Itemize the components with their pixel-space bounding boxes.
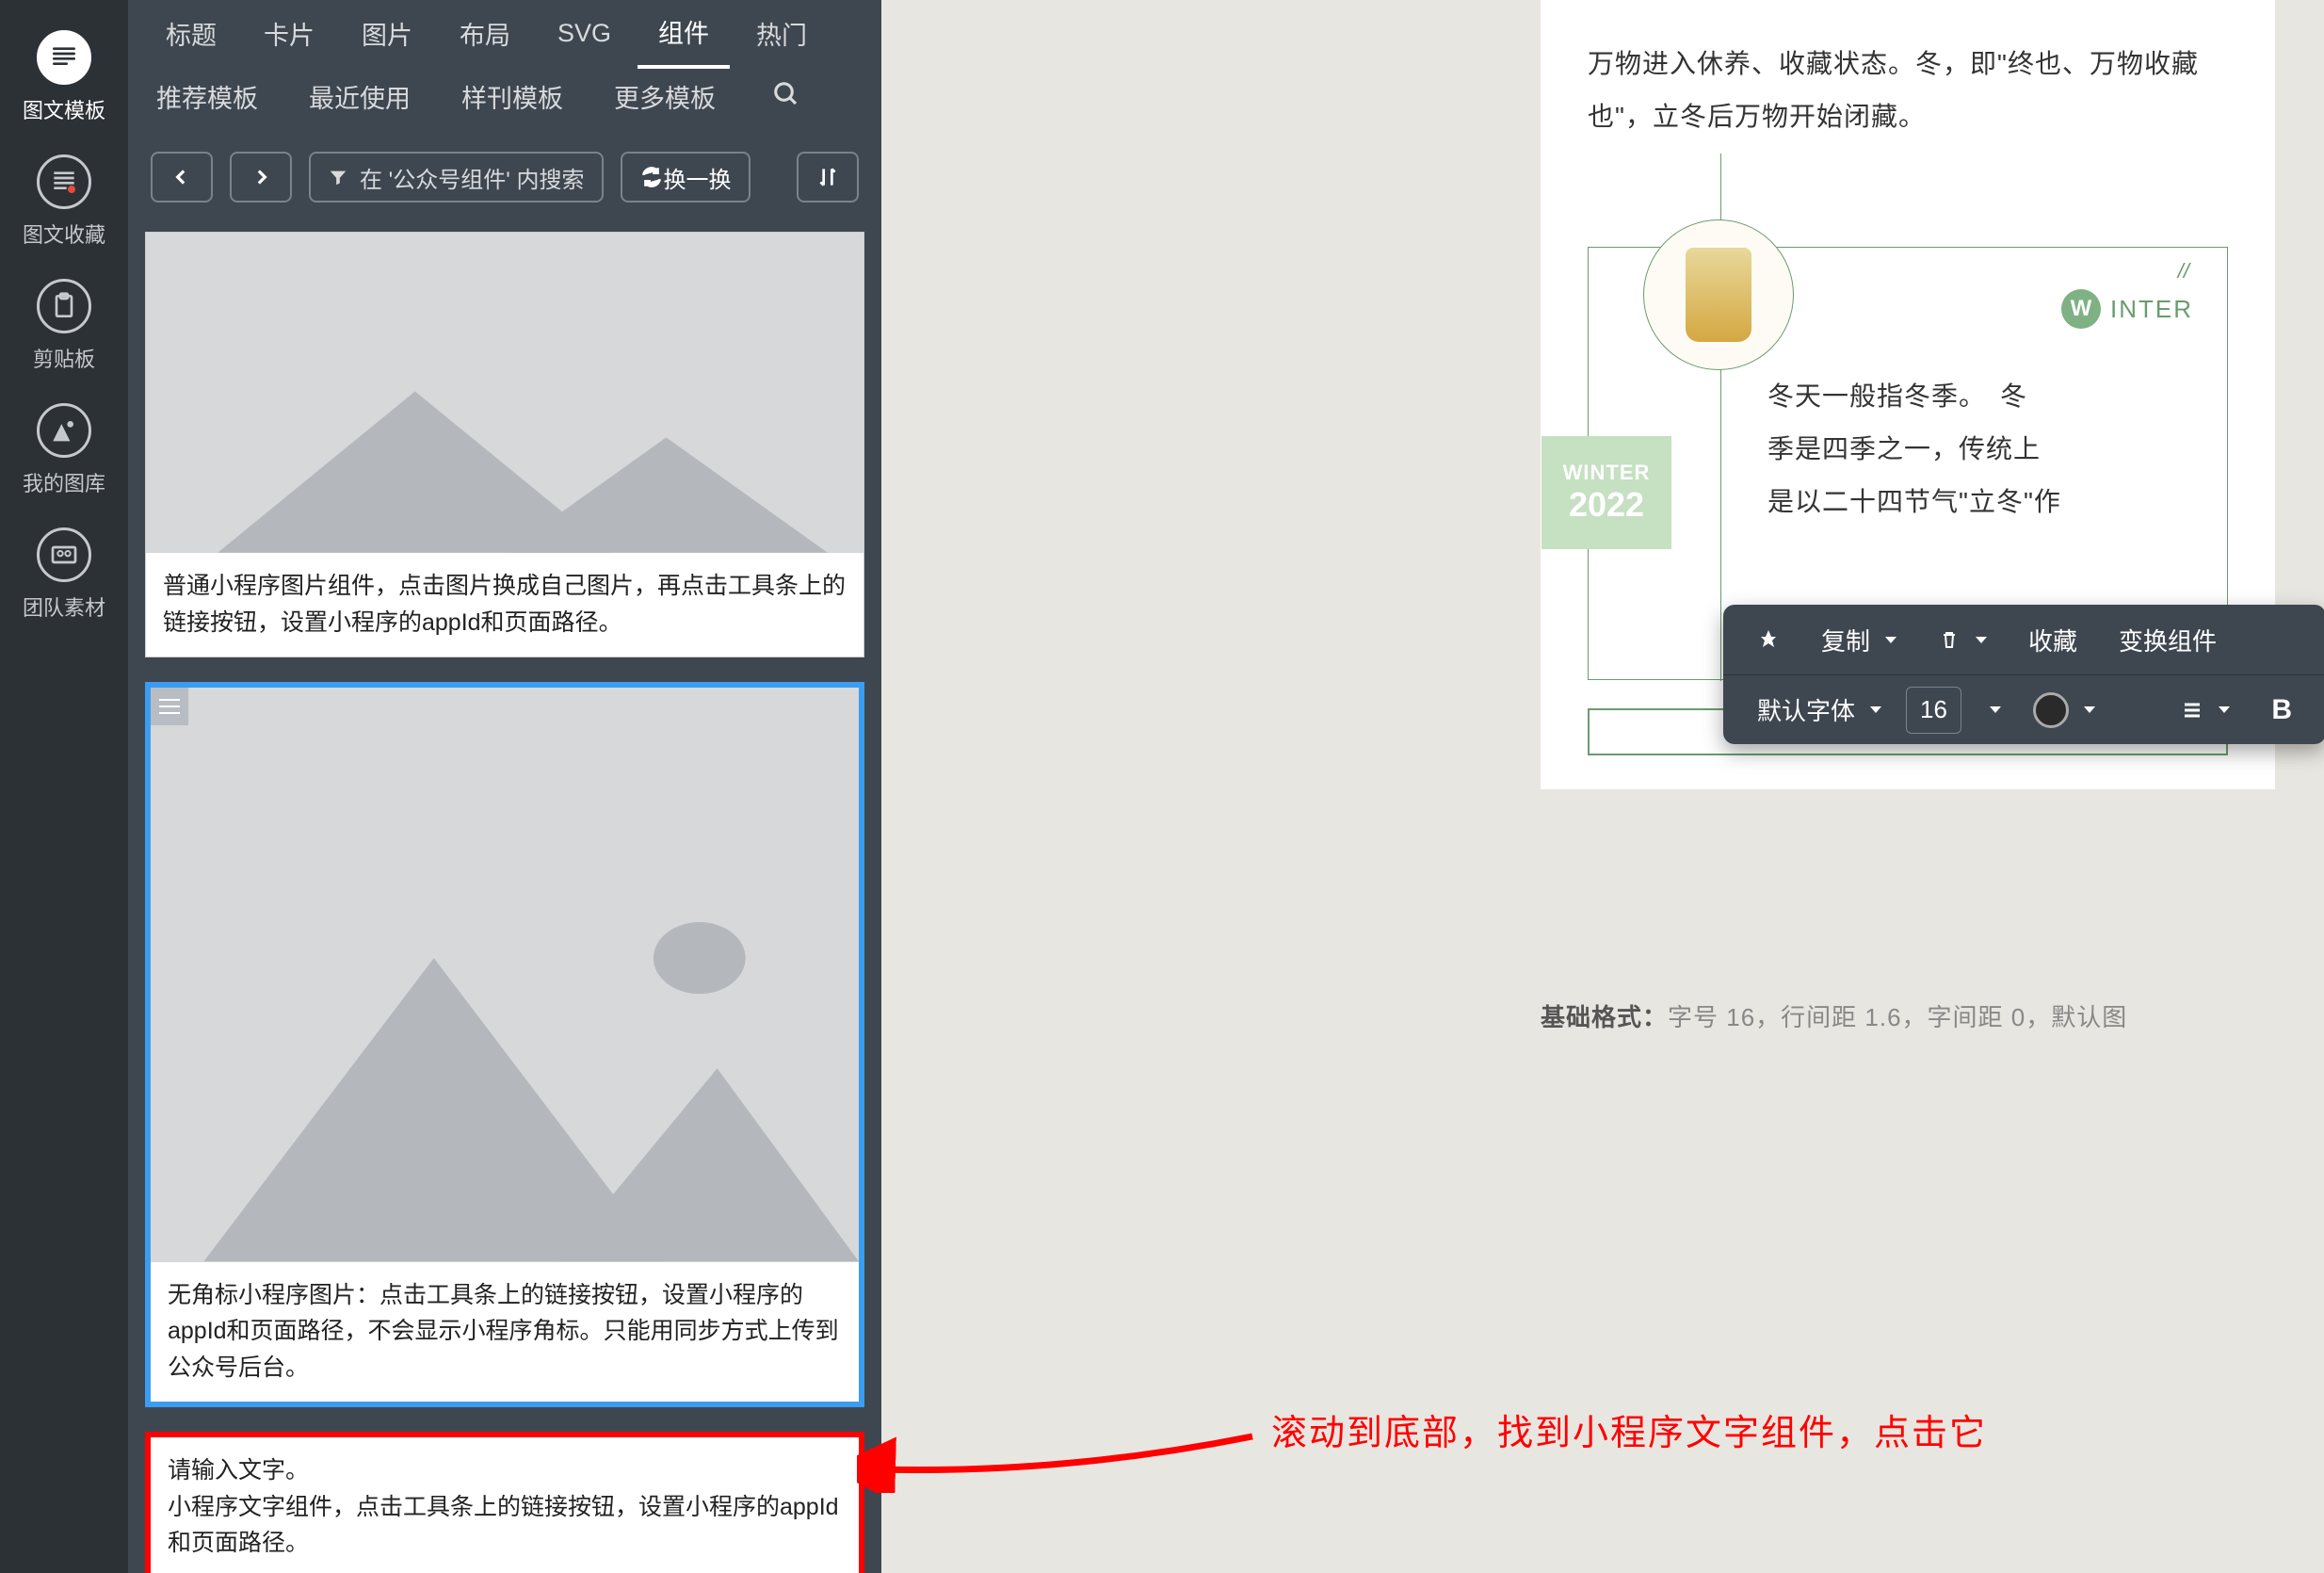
template-desc: 无角标小程序图片：点击工具条上的链接按钮，设置小程序的appId和页面路径，不会… xyxy=(151,1262,859,1402)
nav-clipboard[interactable]: 剪贴板 xyxy=(0,266,128,390)
nav-label: 图文收藏 xyxy=(23,219,105,249)
subtab-more[interactable]: 更多模板 xyxy=(603,71,727,122)
nav-favorite[interactable]: 图文收藏 xyxy=(0,141,128,266)
nav-template[interactable]: 图文模板 xyxy=(0,17,128,141)
footer-label: 基础格式： xyxy=(1541,1003,1668,1031)
icon-sidebar: 图文模板 图文收藏 剪贴板 我的图库 团队素材 xyxy=(0,0,128,1573)
annotation-text: 滚动到底部，找到小程序文字组件，点击它 xyxy=(1271,1403,1987,1455)
copy-label: 复制 xyxy=(1821,623,1870,657)
tab-layout[interactable]: 布局 xyxy=(439,0,531,67)
float-row-format: 默认字体 16 B xyxy=(1723,674,2324,744)
search-icon[interactable] xyxy=(772,80,800,113)
footer-meta: 基础格式：字号 16，行间距 1.6，字间距 0，默认图 xyxy=(1541,998,2127,1033)
nav-label: 团队素材 xyxy=(23,592,105,622)
tab-hot[interactable]: 热门 xyxy=(735,0,828,67)
subtab-sample[interactable]: 样刊模板 xyxy=(450,71,574,122)
template-card-image[interactable]: 普通小程序图片组件，点击图片换成自己图片，再点击工具条上的链接按钮，设置小程序的… xyxy=(145,232,864,657)
year-num: 2022 xyxy=(1569,485,1644,525)
placeholder-image-icon xyxy=(151,688,859,1262)
fontsize-input[interactable]: 16 xyxy=(1906,687,1961,734)
tab-card[interactable]: 卡片 xyxy=(243,0,335,67)
tab-svg[interactable]: SVG xyxy=(537,4,632,63)
align-icon xyxy=(2181,699,2203,722)
search-text: 在 '公众号组件' 内搜索 xyxy=(360,161,585,194)
primary-tabs: 标题 卡片 图片 布局 SVG 组件 热门 主题色 xyxy=(128,0,1013,66)
nav-team[interactable]: 团队素材 xyxy=(0,514,128,639)
winter-badge: W INTER xyxy=(2061,289,2193,329)
footer-detail: 字号 16，行间距 1.6，字间距 0，默认图 xyxy=(1668,1003,2127,1031)
nav-gallery[interactable]: 我的图库 xyxy=(0,390,128,514)
template-card-text-miniprogram[interactable]: 请输入文字。 小程序文字组件，点击工具条上的链接按钮，设置小程序的appId和页… xyxy=(145,1432,864,1573)
nav-label: 我的图库 xyxy=(23,467,105,497)
template-icon xyxy=(37,30,91,85)
color-picker[interactable] xyxy=(2016,686,2112,735)
toolbar: 在 '公众号组件' 内搜索 换一换 xyxy=(128,139,881,215)
canvas-area: 万物进入休养、收藏状态。冬，即"终也、万物收藏也"，立冬后万物开始闭藏。 // … xyxy=(881,0,2324,1573)
float-row-actions: 复制 收藏 变换组件 xyxy=(1723,605,2324,674)
template-desc: 请输入文字。 小程序文字组件，点击工具条上的链接按钮，设置小程序的appId和页… xyxy=(151,1437,859,1573)
template-desc: 普通小程序图片组件，点击图片换成自己图片，再点击工具条上的链接按钮，设置小程序的… xyxy=(146,553,863,657)
placeholder-image-icon xyxy=(146,233,863,553)
year-word: WINTER xyxy=(1563,461,1651,485)
winter-badge-letter: W xyxy=(2061,289,2101,329)
fontsize-value: 16 xyxy=(1920,695,1947,724)
winter-year-tag: WINTER 2022 xyxy=(1541,436,1671,549)
filter-icon xyxy=(328,167,348,187)
decorative-slashes: // xyxy=(2178,259,2189,284)
winter-badge-text: INTER xyxy=(2110,295,2193,324)
refresh-icon xyxy=(639,165,664,189)
search-filter-box[interactable]: 在 '公众号组件' 内搜索 xyxy=(309,152,604,203)
align-button[interactable] xyxy=(2164,686,2247,735)
subtab-recommend[interactable]: 推荐模板 xyxy=(145,71,269,122)
tab-title[interactable]: 标题 xyxy=(145,0,237,67)
back-button[interactable] xyxy=(151,152,213,203)
subtab-recent[interactable]: 最近使用 xyxy=(298,71,422,122)
transform-label: 变换组件 xyxy=(2119,623,2217,657)
nav-label: 图文模板 xyxy=(23,94,105,124)
favorite-icon xyxy=(37,154,91,209)
article-intro: 万物进入休养、收藏状态。冬，即"终也、万物收藏也"，立冬后万物开始闭藏。 xyxy=(1588,38,2228,143)
annotation-arrow-icon xyxy=(857,1418,1262,1493)
secondary-tabs: 推荐模板 最近使用 样刊模板 更多模板 xyxy=(128,66,1013,126)
tab-component[interactable]: 组件 xyxy=(637,0,730,69)
winter-body-line: 冬天一般指冬季。 冬 xyxy=(1767,370,2189,423)
swap-button[interactable]: 换一换 xyxy=(621,152,750,203)
hamburger-icon xyxy=(151,688,188,725)
tab-image[interactable]: 图片 xyxy=(341,0,433,67)
trash-icon xyxy=(1938,628,1961,651)
favorite-button[interactable]: 收藏 xyxy=(2011,615,2094,664)
clipboard-icon xyxy=(37,279,91,333)
transform-button[interactable]: 变换组件 xyxy=(2102,615,2234,664)
top-panel: 标题 卡片 图片 布局 SVG 组件 热门 主题色 推荐模板 最近使用 样刊模板… xyxy=(128,0,1013,160)
nav-label: 剪贴板 xyxy=(33,343,95,373)
fontsize-dropdown[interactable] xyxy=(1969,686,2009,735)
template-line2: 小程序文字组件，点击工具条上的链接按钮，设置小程序的appId和页面路径。 xyxy=(168,1489,842,1563)
swap-label: 换一换 xyxy=(664,161,732,194)
favorite-label: 收藏 xyxy=(2028,623,2077,657)
template-card-image-nocorner[interactable]: 无角标小程序图片：点击工具条上的链接按钮，设置小程序的appId和页面路径，不会… xyxy=(145,682,864,1407)
sort-button[interactable] xyxy=(797,152,859,203)
font-selector[interactable]: 默认字体 xyxy=(1740,686,1898,735)
pin-button[interactable] xyxy=(1740,615,1797,664)
gallery-icon xyxy=(37,403,91,458)
bold-button[interactable]: B xyxy=(2254,686,2309,735)
winter-body-line: 是以二十四节气"立冬"作 xyxy=(1767,476,2189,528)
template-panel[interactable]: 普通小程序图片组件，点击图片换成自己图片，再点击工具条上的链接按钮，设置小程序的… xyxy=(128,215,881,1573)
font-label: 默认字体 xyxy=(1757,692,1855,727)
team-icon xyxy=(37,527,91,582)
color-swatch-icon xyxy=(2033,692,2069,728)
winter-circle-image xyxy=(1643,219,1794,370)
forward-button[interactable] xyxy=(230,152,292,203)
winter-body-line: 季是四季之一，传统上 xyxy=(1767,423,2189,476)
template-line1: 请输入文字。 xyxy=(168,1452,842,1489)
delete-button[interactable] xyxy=(1921,615,2004,664)
copy-button[interactable]: 复制 xyxy=(1804,615,1913,664)
floating-toolbar: 复制 收藏 变换组件 默认字体 16 B xyxy=(1723,605,2324,744)
